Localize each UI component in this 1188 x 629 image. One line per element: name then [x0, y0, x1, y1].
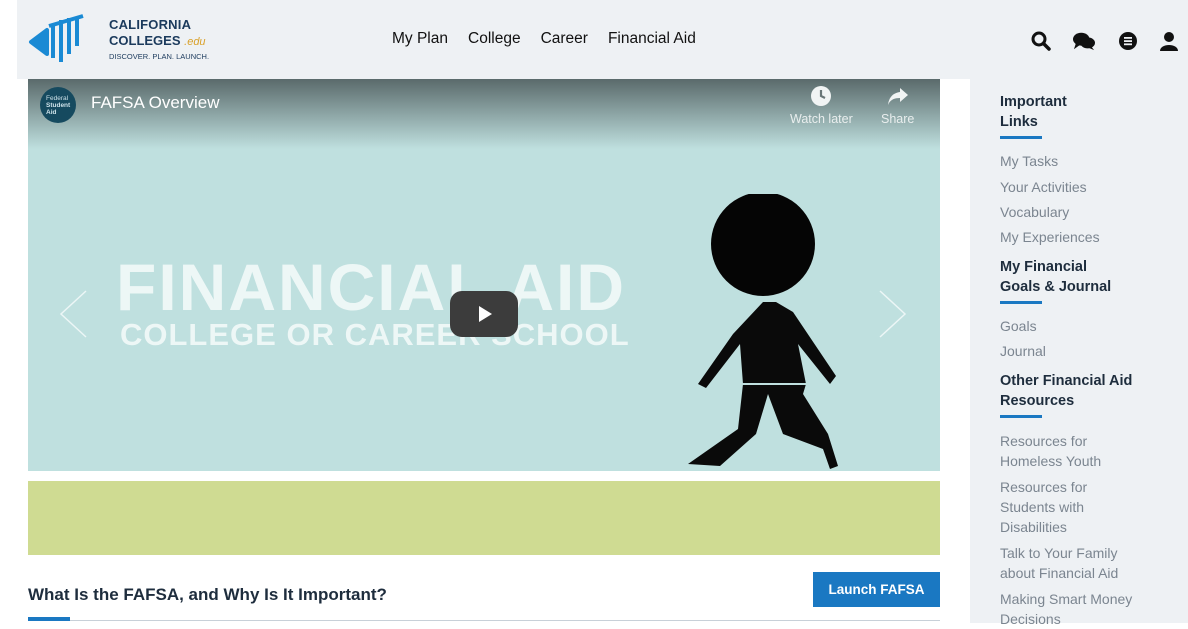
link-line: Decisions [1000, 611, 1061, 627]
heading-line: Other Financial Aid [1000, 373, 1133, 389]
heading-line: Goals & Journal [1000, 279, 1112, 295]
sidebar-heading-financial-goals: My Financial Goals & Journal [1000, 257, 1150, 297]
video-overlay-subtitle: COLLEGE OR CAREER SCHOOL [120, 317, 630, 352]
heading-underline [1000, 415, 1042, 418]
watch-later-button[interactable]: Watch later [790, 85, 853, 126]
site-header: CALIFORNIA COLLEGES .edu DISCOVER. PLAN.… [0, 0, 1188, 79]
list-icon[interactable] [1117, 30, 1139, 52]
chat-icon[interactable] [1073, 30, 1095, 52]
video-title[interactable]: FAFSA Overview [91, 93, 219, 113]
heading-line: Important [1000, 94, 1067, 110]
walking-figure-illustration [658, 192, 848, 471]
channel-logo-text: Federal [46, 94, 69, 102]
heading-line: Resources [1000, 393, 1075, 409]
logo-tagline: DISCOVER. PLAN. LAUNCH. [109, 52, 210, 61]
logo-colleges: COLLEGES [109, 33, 181, 48]
link-line: Making Smart Money [1000, 591, 1133, 607]
sidebar-item-students-disabilities[interactable]: Resources for Students with Disabilities [1000, 477, 1160, 537]
search-icon[interactable] [1030, 30, 1052, 52]
active-tab-indicator [28, 617, 70, 621]
california-colleges-logo[interactable]: CALIFORNIA COLLEGES .edu DISCOVER. PLAN.… [25, 14, 235, 66]
logo-edu: .edu [184, 36, 206, 48]
user-icon[interactable] [1158, 30, 1180, 52]
share-label: Share [881, 112, 915, 126]
video-lower-band [28, 481, 940, 555]
video-overlay-title: FINANCIAL AID [116, 250, 626, 324]
sidebar-item-journal[interactable]: Journal [1000, 341, 1160, 361]
previous-arrow-icon[interactable] [58, 289, 88, 339]
sidebar-item-talk-to-family[interactable]: Talk to Your Family about Financial Aid [1000, 543, 1160, 583]
logo-line-1: CALIFORNIA [109, 17, 192, 32]
channel-logo-text: Student [46, 101, 71, 109]
link-line: Resources for [1000, 479, 1088, 495]
link-line: about Financial Aid [1000, 565, 1119, 581]
section-title: What Is the FAFSA, and Why Is It Importa… [28, 585, 387, 604]
sidebar-item-my-experiences[interactable]: My Experiences [1000, 227, 1160, 247]
sidebar-item-my-tasks[interactable]: My Tasks [1000, 151, 1160, 171]
channel-logo-text: Aid [46, 108, 57, 116]
watch-later-label: Watch later [790, 112, 853, 126]
nav-college[interactable]: College [468, 30, 521, 48]
sidebar-item-homeless-youth[interactable]: Resources for Homeless Youth [1000, 431, 1160, 471]
logo-line-2: COLLEGES .edu [109, 33, 206, 48]
sidebar-heading-important-links: Important Links [1000, 92, 1150, 132]
logo-mark-icon [29, 14, 84, 62]
share-arrow-icon [881, 85, 914, 109]
nav-career[interactable]: Career [541, 30, 588, 48]
channel-logo[interactable]: Federal Student Aid [40, 87, 76, 123]
play-button[interactable] [450, 291, 518, 337]
heading-underline [1000, 136, 1042, 139]
link-line: Talk to Your Family [1000, 545, 1118, 561]
launch-fafsa-button[interactable]: Launch FAFSA [813, 572, 940, 607]
link-line: Disabilities [1000, 519, 1067, 535]
main-nav: My Plan College Career Financial Aid [392, 30, 696, 48]
link-line: Students with [1000, 499, 1085, 515]
heading-line: Links [1000, 114, 1038, 130]
sidebar-item-smart-money[interactable]: Making Smart Money Decisions [1000, 589, 1160, 629]
heading-underline [1000, 301, 1042, 304]
nav-financial-aid[interactable]: Financial Aid [608, 30, 696, 48]
link-line: Resources for [1000, 433, 1088, 449]
play-icon [479, 306, 492, 322]
sidebar-heading-other-resources: Other Financial Aid Resources [1000, 371, 1150, 411]
nav-my-plan[interactable]: My Plan [392, 30, 448, 48]
video-player[interactable]: Federal Student Aid FAFSA Overview Watch… [28, 79, 940, 471]
sidebar-item-vocabulary[interactable]: Vocabulary [1000, 202, 1160, 222]
sidebar: Important Links My Tasks Your Activities… [970, 79, 1188, 627]
next-arrow-icon[interactable] [878, 289, 908, 339]
share-button[interactable]: Share [881, 85, 914, 126]
link-line: Homeless Youth [1000, 453, 1102, 469]
heading-line: My Financial [1000, 259, 1088, 275]
sidebar-item-goals[interactable]: Goals [1000, 316, 1160, 336]
clock-icon [790, 85, 853, 109]
sidebar-item-your-activities[interactable]: Your Activities [1000, 177, 1160, 197]
section-divider [28, 620, 940, 621]
